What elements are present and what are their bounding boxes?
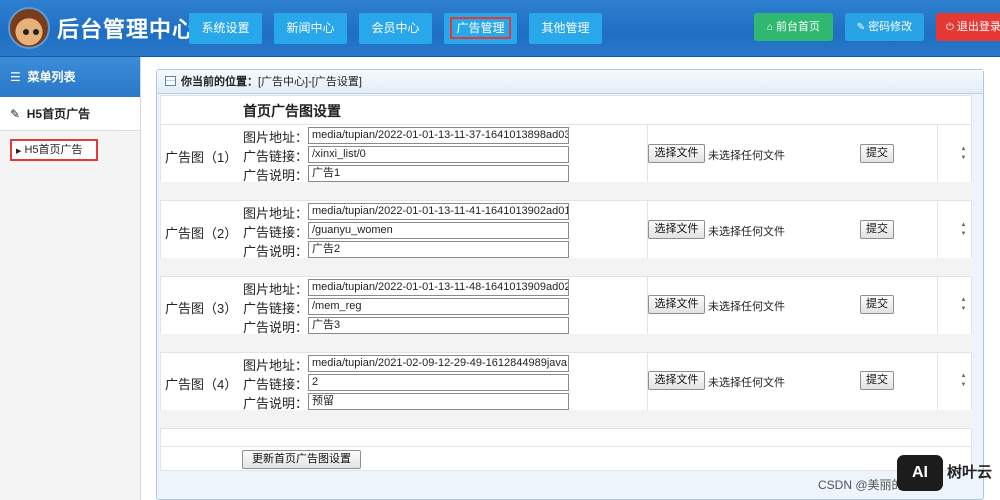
- ad-row-label: 广告图（2）: [165, 226, 238, 241]
- ad-row-label: 广告图（1）: [165, 150, 238, 165]
- image-url-input[interactable]: media/tupian/2022-01-01-13-11-37-1641013…: [308, 127, 569, 144]
- nav-label: 其他管理: [541, 21, 590, 35]
- no-file-text: 未选择任何文件: [708, 226, 785, 238]
- menu-title: 菜单列表: [27, 70, 76, 84]
- ad-row-label: 广告图（4）: [165, 377, 238, 392]
- nav-label: 系统设置: [201, 21, 250, 35]
- submit-button[interactable]: 提交: [860, 371, 894, 390]
- row-gap: [160, 334, 972, 352]
- desc-input[interactable]: 广告3: [308, 317, 569, 334]
- desc-input[interactable]: 预留: [308, 393, 569, 410]
- avatar-eye-right: [33, 29, 39, 35]
- row-gap: [160, 182, 972, 200]
- nav-member-center[interactable]: 会员中心: [359, 13, 432, 44]
- watermark-logo: AI: [897, 455, 943, 491]
- caret-right-icon: ▶: [16, 148, 22, 155]
- link-input[interactable]: 2: [308, 374, 569, 391]
- logout-button[interactable]: ⏻ 退出登录: [936, 13, 1000, 41]
- link-label: 广告链接：: [243, 225, 309, 240]
- image-url-input[interactable]: media/tupian/2022-01-01-13-11-41-1641013…: [308, 203, 569, 220]
- sidebar-group-h5-ad[interactable]: ✎ H5首页广告: [0, 97, 140, 131]
- image-url-label: 图片地址：: [243, 358, 309, 373]
- nav-label: 广告管理: [450, 17, 511, 39]
- nav-ad-management[interactable]: 广告管理: [444, 13, 517, 44]
- group-label: H5首页广告: [26, 107, 91, 121]
- top-header: 后台管理中心 系统设置 新闻中心 会员中心 广告管理 其他管理 ⌂ 前台首页 ✎ 密…: [0, 0, 1000, 57]
- power-icon: ⏻: [946, 22, 954, 33]
- sidebar-item-label: H5首页广告: [24, 144, 83, 156]
- home-button[interactable]: ⌂ 前台首页: [754, 13, 833, 41]
- choose-file-button[interactable]: 选择文件: [648, 144, 705, 163]
- list-icon: ☰: [10, 70, 21, 84]
- submit-button[interactable]: 提交: [860, 295, 894, 314]
- link-label: 广告链接：: [243, 149, 309, 164]
- sidebar-item-h5-ad[interactable]: ▶ H5首页广告: [10, 139, 98, 161]
- link-label: 广告链接：: [243, 377, 309, 392]
- image-url-input[interactable]: media/tupian/2021-02-09-12-29-49-1612844…: [308, 355, 569, 372]
- spinner-icon[interactable]: ▲ ▼: [959, 145, 968, 163]
- menu-header: ☰ 菜单列表: [0, 57, 140, 97]
- spinner-icon[interactable]: ▲ ▼: [959, 372, 968, 390]
- submit-button[interactable]: 提交: [860, 144, 894, 163]
- nav-system-settings[interactable]: 系统设置: [189, 13, 262, 44]
- link-label: 广告链接：: [243, 301, 309, 316]
- choose-file-button[interactable]: 选择文件: [648, 220, 705, 239]
- update-ad-settings-button[interactable]: 更新首页广告图设置: [242, 450, 361, 469]
- choose-file-button[interactable]: 选择文件: [648, 295, 705, 314]
- nav-news-center[interactable]: 新闻中心: [274, 13, 347, 44]
- change-password-button[interactable]: ✎ 密码修改: [845, 13, 924, 41]
- image-url-label: 图片地址：: [243, 130, 309, 145]
- nav-other-management[interactable]: 其他管理: [529, 13, 602, 44]
- breadcrumb: 你当前的位置：[广告中心]-[广告设置]: [157, 70, 983, 94]
- avatar: [8, 7, 50, 49]
- image-url-label: 图片地址：: [243, 206, 309, 221]
- edit-icon: ✎: [10, 107, 21, 121]
- avatar-eye-left: [23, 29, 29, 35]
- password-label: 密码修改: [868, 21, 913, 33]
- row-gap: [160, 258, 972, 276]
- nav-label: 会员中心: [371, 21, 420, 35]
- wrench-icon: ✎: [856, 22, 866, 33]
- choose-file-button[interactable]: 选择文件: [648, 371, 705, 390]
- link-input[interactable]: /guanyu_women: [308, 222, 569, 239]
- no-file-text: 未选择任何文件: [708, 377, 785, 389]
- watermark-brand: 树叶云: [947, 464, 993, 481]
- link-input[interactable]: /mem_reg: [308, 298, 569, 315]
- no-file-text: 未选择任何文件: [708, 301, 785, 313]
- spinner-icon[interactable]: ▲ ▼: [959, 221, 968, 239]
- home-icon: ⌂: [766, 22, 774, 33]
- desc-input[interactable]: 广告2: [308, 241, 569, 258]
- table-icon: [165, 76, 176, 86]
- sidebar: ☰ 菜单列表 ✎ H5首页广告: [0, 57, 141, 500]
- breadcrumb-path: [广告中心]-[广告设置]: [258, 76, 362, 88]
- app-title: 后台管理中心: [57, 17, 196, 42]
- no-file-text: 未选择任何文件: [708, 150, 785, 162]
- empty-row: [160, 428, 972, 446]
- home-label: 前台首页: [776, 21, 821, 33]
- logout-label: 退出登录: [956, 21, 1000, 33]
- submit-button[interactable]: 提交: [860, 220, 894, 239]
- spinner-icon[interactable]: ▲ ▼: [959, 296, 968, 314]
- image-url-input[interactable]: media/tupian/2022-01-01-13-11-48-1641013…: [308, 279, 569, 296]
- ad-row-label: 广告图（3）: [165, 301, 238, 316]
- nav-label: 新闻中心: [286, 21, 335, 35]
- section-title: 首页广告图设置: [243, 103, 341, 119]
- desc-input[interactable]: 广告1: [308, 165, 569, 182]
- link-input[interactable]: /xinxi_list/0: [308, 146, 569, 163]
- breadcrumb-prefix: 你当前的位置：: [181, 76, 258, 88]
- image-url-label: 图片地址：: [243, 282, 309, 297]
- row-gap: [160, 410, 972, 428]
